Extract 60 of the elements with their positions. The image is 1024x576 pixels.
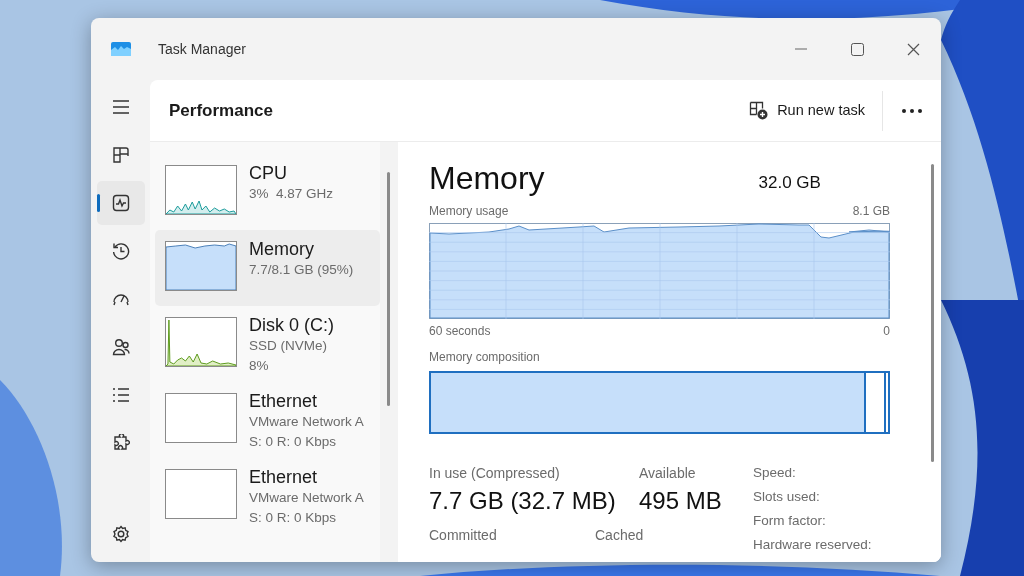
device-detail: SSD (NVMe) (249, 337, 328, 355)
time-axis-label: 60 seconds (429, 323, 491, 340)
settings-icon (111, 525, 130, 543)
device-detail: 3% 4.87 GHz (249, 185, 334, 203)
device-name: Ethernet (249, 390, 319, 412)
property-label: Form factor: (753, 512, 827, 530)
more-icon (902, 108, 922, 113)
app-icon (111, 42, 131, 56)
chart-label: Memory usage (429, 203, 509, 220)
stat-value: 495 MB (639, 486, 722, 516)
list-icon (111, 386, 130, 404)
scrollbar-thumb[interactable] (931, 164, 934, 462)
device-detail: S: 0 R: 0 Kbps (249, 509, 338, 527)
stat-label: Committed (429, 526, 498, 544)
window-title: Task Manager (158, 39, 246, 59)
maximize-icon (850, 42, 864, 56)
history-icon (111, 242, 130, 260)
stat-label: Cached (595, 526, 644, 544)
grid-icon (111, 146, 130, 164)
device-name: Memory (249, 238, 315, 260)
property-label: Hardware reserved: (753, 536, 872, 554)
device-detail: 7.7/8.1 GB (95%) (249, 261, 354, 279)
device-list-item[interactable]: CPU 3% 4.87 GHz (155, 154, 380, 230)
cpu-graph (165, 165, 237, 215)
page-title: Performance (169, 99, 273, 122)
nav-button[interactable] (96, 181, 145, 225)
device-detail: 8% (249, 357, 270, 375)
stat-value: 7.7 GB (32.7 MB) (429, 486, 617, 516)
pulse-icon (111, 194, 130, 212)
device-name: Ethernet (249, 466, 319, 488)
time-axis-label: 0 (883, 323, 890, 340)
chart-label: Memory composition (429, 349, 541, 366)
menu-icon (111, 98, 130, 116)
device-list-item[interactable]: Ethernet VMware Network A S: 0 R: 0 Kbps (155, 458, 380, 534)
chart-max-label: 8.1 GB (852, 203, 890, 220)
device-detail: VMware Network A (249, 489, 364, 507)
scrollbar-thumb[interactable] (387, 172, 390, 406)
device-list-item[interactable]: Memory 7.7/8.1 GB (95%) (155, 230, 380, 306)
add-task-icon (749, 101, 769, 120)
close-icon (906, 42, 920, 56)
memory-graph (165, 241, 237, 291)
device-detail: VMware Network A (249, 413, 364, 431)
device-list-item[interactable]: Ethernet VMware Network A S: 0 R: 0 Kbps (155, 382, 380, 458)
device-name: Disk 0 (C:) (249, 314, 334, 336)
network-graph (165, 469, 237, 519)
stat-label: Available (639, 464, 697, 482)
section-title: Memory (429, 159, 545, 198)
minimize-icon (795, 48, 807, 50)
device-name: CPU (249, 162, 288, 184)
device-list-item[interactable]: Disk 0 (C:) SSD (NVMe) 8% (155, 306, 380, 382)
network-graph (165, 393, 237, 443)
puzzle-icon (111, 434, 130, 452)
property-label: Speed: (753, 464, 797, 482)
total-memory: 32.0 GB (758, 172, 821, 194)
stat-label: In use (Compressed) (429, 464, 561, 482)
run-new-task-button[interactable]: Run new task (741, 93, 873, 128)
device-detail: S: 0 R: 0 Kbps (249, 433, 338, 451)
disk-graph (165, 317, 237, 367)
users-icon (111, 338, 130, 356)
property-label: Slots used: (753, 488, 821, 506)
